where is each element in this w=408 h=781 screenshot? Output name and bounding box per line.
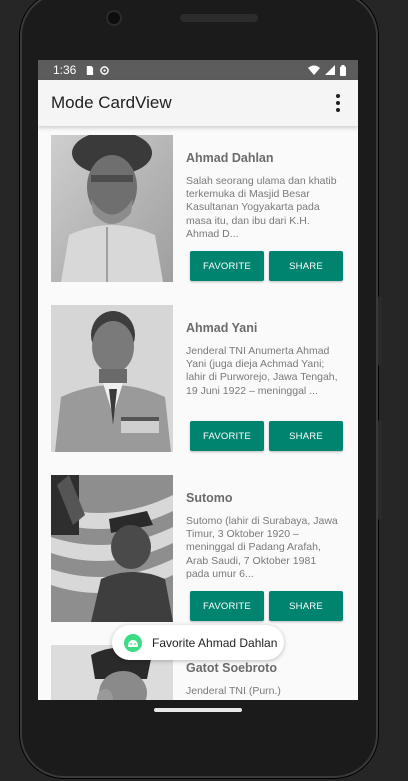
android-icon [124, 633, 142, 652]
card-ahmad-dahlan[interactable]: Ahmad Dahlan Salah seorang ulama dan kha… [51, 135, 345, 285]
share-button[interactable]: SHARE [269, 251, 343, 281]
app-title: Mode CardView [51, 93, 172, 112]
status-bar: 1:36 [38, 60, 358, 80]
toast-text: Favorite Ahmad Dahlan [152, 635, 278, 650]
toast-message: Favorite Ahmad Dahlan [112, 625, 284, 660]
favorite-button[interactable]: FAVORITE [190, 591, 264, 621]
overflow-menu-icon[interactable] [330, 93, 346, 113]
sync-icon [100, 65, 110, 75]
status-time: 1:36 [53, 63, 77, 77]
favorite-button[interactable]: FAVORITE [190, 421, 264, 451]
hero-photo [51, 305, 173, 452]
card-title: Sutomo [186, 491, 233, 505]
hero-photo [51, 475, 173, 622]
wifi-icon [308, 65, 320, 75]
card-title: Gatot Soebroto [186, 661, 277, 675]
card-title: Ahmad Yani [186, 321, 258, 335]
card-description: Jenderal TNI Anumerta Ahmad Yani (juga d… [186, 345, 338, 397]
volume-button [378, 420, 382, 520]
card-ahmad-yani[interactable]: Ahmad Yani Jenderal TNI Anumerta Ahmad Y… [51, 305, 345, 455]
share-button[interactable]: SHARE [269, 591, 343, 621]
card-sutomo[interactable]: Sutomo Sutomo (lahir di Surabaya, Jawa T… [51, 475, 345, 625]
share-button[interactable]: SHARE [269, 421, 343, 451]
front-camera [108, 12, 120, 24]
card-title: Ahmad Dahlan [186, 151, 274, 165]
app-screen: 1:36 Mode CardView Ahmad Dahlan Salah se… [38, 60, 358, 700]
battery-icon [340, 64, 346, 76]
card-list[interactable]: Ahmad Dahlan Salah seorang ulama dan kha… [38, 126, 358, 700]
earpiece-speaker [180, 14, 258, 22]
card-description: Jenderal TNI (Purn.) [186, 685, 281, 697]
card-description: Sutomo (lahir di Surabaya, Jawa Timur, 3… [186, 515, 338, 580]
app-bar: Mode CardView [38, 80, 358, 126]
power-button [378, 296, 382, 366]
favorite-button[interactable]: FAVORITE [190, 251, 264, 281]
signal-icon [325, 65, 335, 75]
gesture-nav-handle[interactable] [154, 708, 242, 712]
hero-photo [51, 135, 173, 282]
sd-card-icon [87, 65, 94, 75]
card-description: Salah seorang ulama dan khatib terkemuka… [186, 175, 337, 240]
